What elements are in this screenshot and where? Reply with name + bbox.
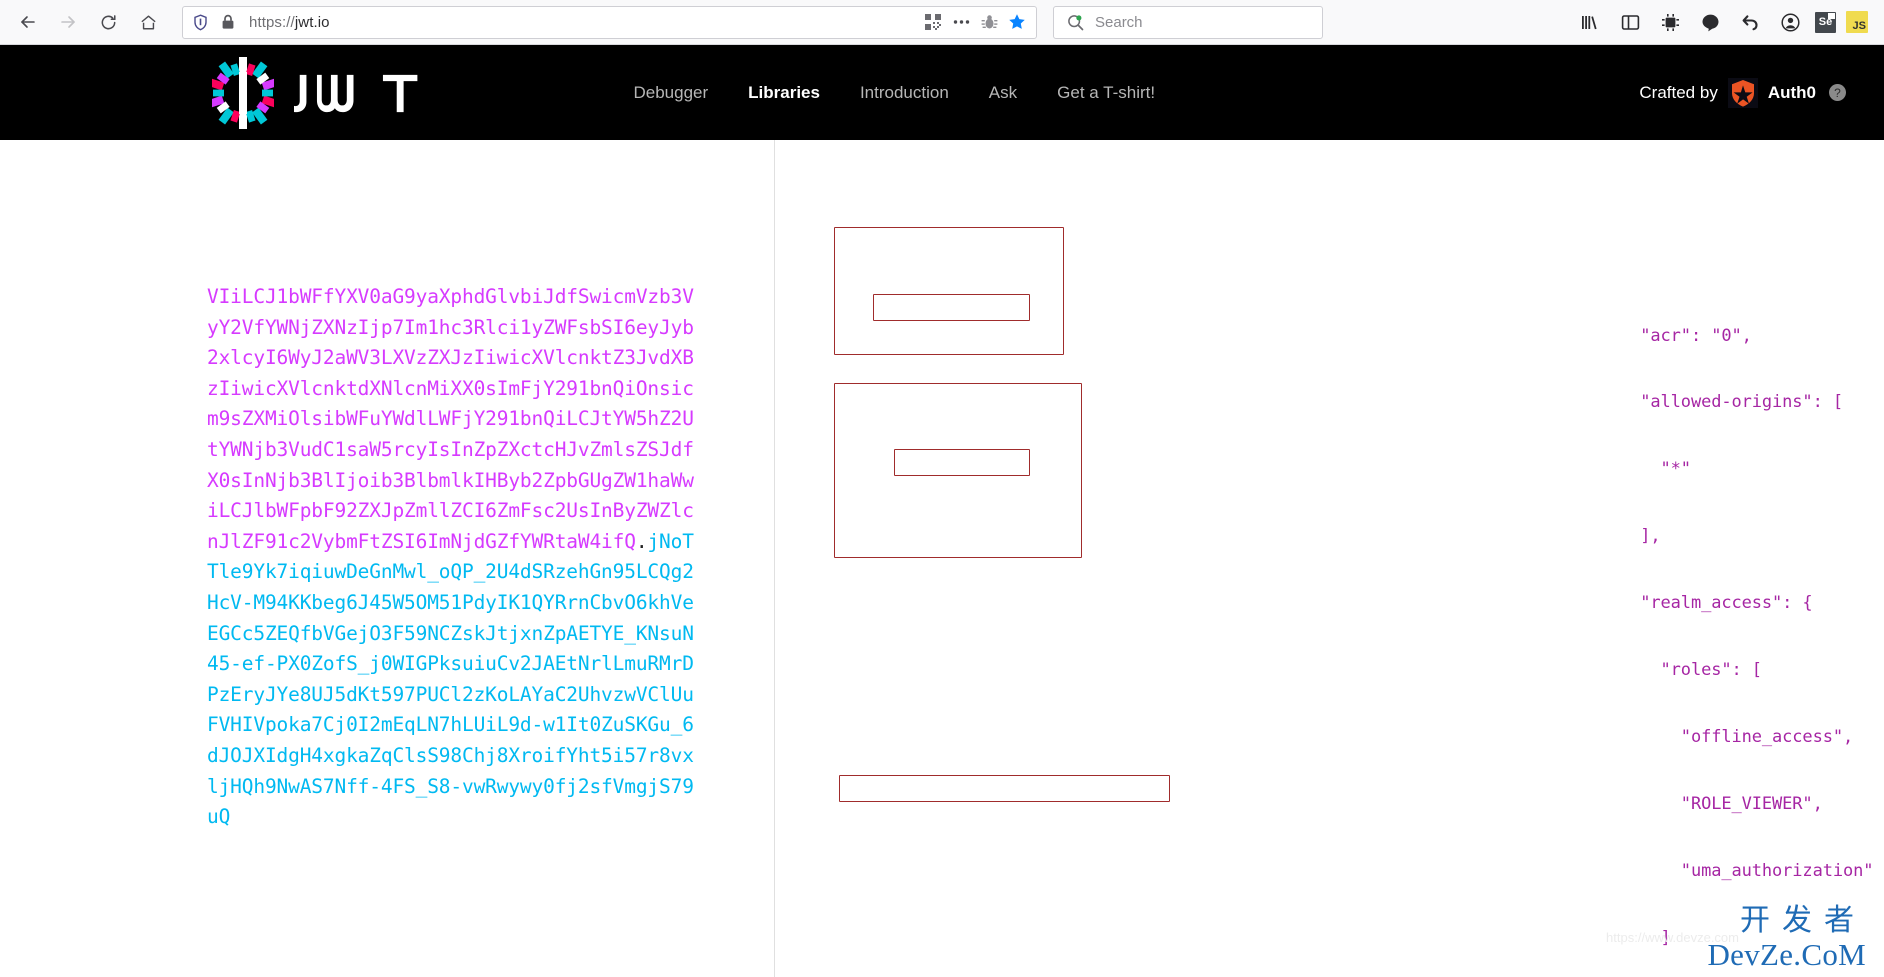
qr-code-icon[interactable] bbox=[920, 9, 946, 35]
watermark: 开发者 DevZe.CoM bbox=[1707, 903, 1866, 972]
watermark-english: DevZe.CoM bbox=[1707, 937, 1866, 972]
undo-icon[interactable] bbox=[1735, 7, 1765, 37]
help-icon[interactable]: ? bbox=[1829, 84, 1846, 101]
jwt-wordmark bbox=[294, 74, 418, 112]
jwt-burst-icon bbox=[212, 56, 274, 129]
json-line: "roles": [ bbox=[1620, 660, 1762, 681]
javascript-extension-icon[interactable]: JS bbox=[1846, 11, 1868, 33]
json-line: "ROLE_VIEWER", bbox=[1620, 793, 1823, 814]
forward-button[interactable] bbox=[50, 4, 86, 40]
json-line: "*" bbox=[1620, 459, 1692, 480]
json-line: "allowed-origins": [ bbox=[1620, 392, 1843, 413]
url-text[interactable]: https://jwt.io bbox=[243, 14, 918, 31]
annotation-preferred-username-box bbox=[839, 775, 1170, 802]
nav-item-debugger[interactable]: Debugger bbox=[633, 83, 708, 103]
library-icon[interactable] bbox=[1575, 7, 1605, 37]
home-button[interactable] bbox=[130, 4, 166, 40]
nav-item-introduction[interactable]: Introduction bbox=[860, 83, 949, 103]
ellipsis-icon[interactable] bbox=[948, 9, 974, 35]
annotation-resource-access-box bbox=[834, 383, 1082, 558]
url-host: jwt.io bbox=[294, 13, 330, 31]
jwt-logo[interactable] bbox=[212, 56, 437, 129]
url-scheme: https:// bbox=[249, 13, 295, 31]
star-icon[interactable] bbox=[1004, 9, 1030, 35]
crafted-by[interactable]: Crafted by Auth0 ? bbox=[1639, 77, 1846, 108]
json-line: ], bbox=[1620, 526, 1661, 547]
pocket-icon[interactable] bbox=[1695, 7, 1725, 37]
decoded-payload-panel: "acr": "0", "allowed-origins": [ "*" ], … bbox=[775, 140, 1884, 977]
watermark-chinese: 开发者 bbox=[1740, 903, 1866, 938]
annotation-role-viewer-box bbox=[873, 294, 1030, 321]
nav-item-ask[interactable]: Ask bbox=[989, 83, 1017, 103]
json-line: "uma_authorization" bbox=[1620, 860, 1874, 881]
back-button[interactable] bbox=[10, 4, 46, 40]
encoded-token-panel: VIiLCJ1bWFfYXV0aG9yaXphdGlvbiJdfSwicmVzb… bbox=[0, 140, 775, 977]
reload-button[interactable] bbox=[90, 4, 126, 40]
json-line: "offline_access", bbox=[1620, 726, 1854, 747]
nav-item-get-a-tshirt[interactable]: Get a T-shirt! bbox=[1057, 83, 1155, 103]
auth0-logo-icon bbox=[1727, 77, 1758, 108]
lock-icon[interactable] bbox=[215, 9, 241, 35]
token-signature: jNoTTle9Yk7iqiuwDeGnMwl_oQP_2U4dSRzehGn9… bbox=[207, 529, 694, 829]
search-bar[interactable]: Search bbox=[1053, 5, 1323, 39]
nav-item-libraries[interactable]: Libraries bbox=[748, 83, 820, 103]
annotation-view-users-box bbox=[894, 449, 1030, 476]
json-line: "acr": "0", bbox=[1620, 325, 1752, 346]
account-icon[interactable] bbox=[1775, 7, 1805, 37]
browser-extensions: Se JS bbox=[1575, 7, 1874, 37]
search-input[interactable]: Search bbox=[1095, 14, 1143, 31]
address-bar[interactable]: https://jwt.io bbox=[182, 5, 1037, 39]
crafted-by-label: Crafted by bbox=[1639, 82, 1718, 102]
encoded-token-text[interactable]: VIiLCJ1bWFfYXV0aG9yaXphdGlvbiJdfSwicmVzb… bbox=[207, 282, 701, 833]
main-content: VIiLCJ1bWFfYXV0aG9yaXphdGlvbiJdfSwicmVzb… bbox=[0, 140, 1884, 977]
token-separator: . bbox=[635, 529, 648, 553]
auth0-label: Auth0 bbox=[1767, 82, 1816, 102]
screenshot-icon[interactable] bbox=[1655, 7, 1685, 37]
site-nav: Debugger Libraries Introduction Ask Get … bbox=[633, 83, 1155, 103]
shield-icon[interactable] bbox=[187, 9, 213, 35]
selenium-extension-icon[interactable]: Se bbox=[1815, 11, 1836, 33]
search-icon bbox=[1062, 9, 1088, 35]
site-header: Debugger Libraries Introduction Ask Get … bbox=[0, 45, 1884, 140]
token-payload: VIiLCJ1bWFfYXV0aG9yaXphdGlvbiJdfSwicmVzb… bbox=[207, 285, 694, 553]
sidebar-icon[interactable] bbox=[1615, 7, 1645, 37]
bug-icon[interactable] bbox=[976, 9, 1002, 35]
browser-toolbar: https://jwt.io Search Se JS bbox=[0, 0, 1884, 45]
annotation-realm-access-box bbox=[834, 227, 1064, 355]
json-line: "realm_access": { bbox=[1620, 593, 1813, 614]
decoded-json-text[interactable]: "acr": "0", "allowed-origins": [ "*" ], … bbox=[1620, 280, 1884, 977]
